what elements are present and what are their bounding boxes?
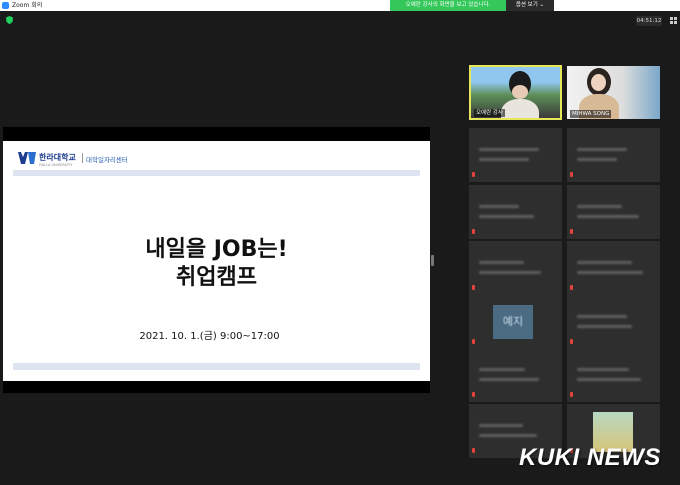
blurred-name xyxy=(479,378,539,381)
speaker-body xyxy=(501,99,539,118)
panel-resize-handle[interactable] xyxy=(431,255,434,266)
slide-top-band xyxy=(13,170,420,176)
speaker-face xyxy=(512,85,528,99)
blurred-name xyxy=(479,205,519,208)
participant-tile-speaker[interactable]: 오예란 강사 xyxy=(469,65,562,120)
blurred-name xyxy=(479,148,539,151)
slide-bottom-band xyxy=(13,363,420,370)
view-options-button[interactable]: 옵션 보기 ⌄ xyxy=(506,0,554,11)
participant-tile[interactable] xyxy=(567,128,660,182)
participant-name: 오예란 강사 xyxy=(474,109,506,117)
participant-tile-second[interactable]: MIHWA SONG xyxy=(567,66,660,119)
profile-picture-text: 예지 xyxy=(502,315,524,328)
participant-name: MIHWA SONG xyxy=(570,110,612,118)
muted-mic-icon xyxy=(472,229,475,234)
blurred-name xyxy=(577,271,643,274)
logo-divider xyxy=(82,153,83,163)
blurred-name xyxy=(577,205,622,208)
participant-tile[interactable] xyxy=(469,348,562,402)
blurred-name xyxy=(577,315,627,318)
muted-mic-icon xyxy=(570,285,573,290)
encryption-shield-icon[interactable] xyxy=(6,16,13,24)
participant-tile[interactable] xyxy=(469,128,562,182)
muted-mic-icon xyxy=(472,392,475,397)
muted-mic-icon xyxy=(570,392,573,397)
logo-department: 대학일자리센터 xyxy=(86,156,128,164)
blurred-name xyxy=(479,261,524,264)
logo-university-name: 한라대학교 xyxy=(39,153,76,162)
profile-picture: 예지 xyxy=(493,305,533,339)
muted-mic-icon xyxy=(472,339,475,344)
participant-tile[interactable] xyxy=(567,185,660,239)
blurred-name xyxy=(479,158,529,161)
participant-tile[interactable] xyxy=(469,185,562,239)
window-title: Zoom 회의 xyxy=(12,2,43,9)
muted-mic-icon xyxy=(570,339,573,344)
zoom-app-icon xyxy=(2,2,9,9)
blurred-name xyxy=(577,261,632,264)
meeting-timer: 04:51:12 xyxy=(636,16,662,26)
blurred-name xyxy=(577,158,617,161)
blurred-name xyxy=(577,215,639,218)
blurred-name xyxy=(479,215,534,218)
muted-mic-icon xyxy=(472,448,475,453)
shared-slide: 한라대학교 HALLA UNIVERSITY 대학일자리센터 내일을 JOB는!… xyxy=(3,141,430,381)
news-watermark: KUKI NEWS xyxy=(519,444,661,471)
blurred-name xyxy=(577,325,632,328)
participant-tile[interactable] xyxy=(567,241,660,295)
blurred-name xyxy=(577,368,629,371)
slide-subtitle: 취업캠프 xyxy=(176,265,257,290)
blurred-name xyxy=(577,378,641,381)
blurred-name xyxy=(479,434,537,437)
participant-tile[interactable]: 예지 xyxy=(469,295,562,349)
window-titlebar: Zoom 회의 xyxy=(0,0,680,11)
muted-mic-icon xyxy=(570,172,573,177)
screen-share-banner: 오예란 강사의 화면을 보고 있습니다. xyxy=(390,0,506,11)
blurred-name xyxy=(479,424,523,427)
logo-university-english: HALLA UNIVERSITY xyxy=(39,163,73,167)
university-logo-icon xyxy=(18,152,36,164)
blurred-name xyxy=(577,148,627,151)
participant-face xyxy=(591,74,606,91)
slide-date: 2021. 10. 1.(금) 9:00~17:00 xyxy=(139,331,280,342)
blurred-name xyxy=(479,368,525,371)
participant-tile[interactable] xyxy=(469,241,562,295)
blurred-name xyxy=(479,271,541,274)
gallery-view-icon[interactable] xyxy=(670,17,677,24)
participant-tile[interactable] xyxy=(567,348,660,402)
muted-mic-icon xyxy=(570,229,573,234)
muted-mic-icon xyxy=(472,285,475,290)
participant-tile[interactable] xyxy=(567,295,660,349)
muted-mic-icon xyxy=(472,172,475,177)
